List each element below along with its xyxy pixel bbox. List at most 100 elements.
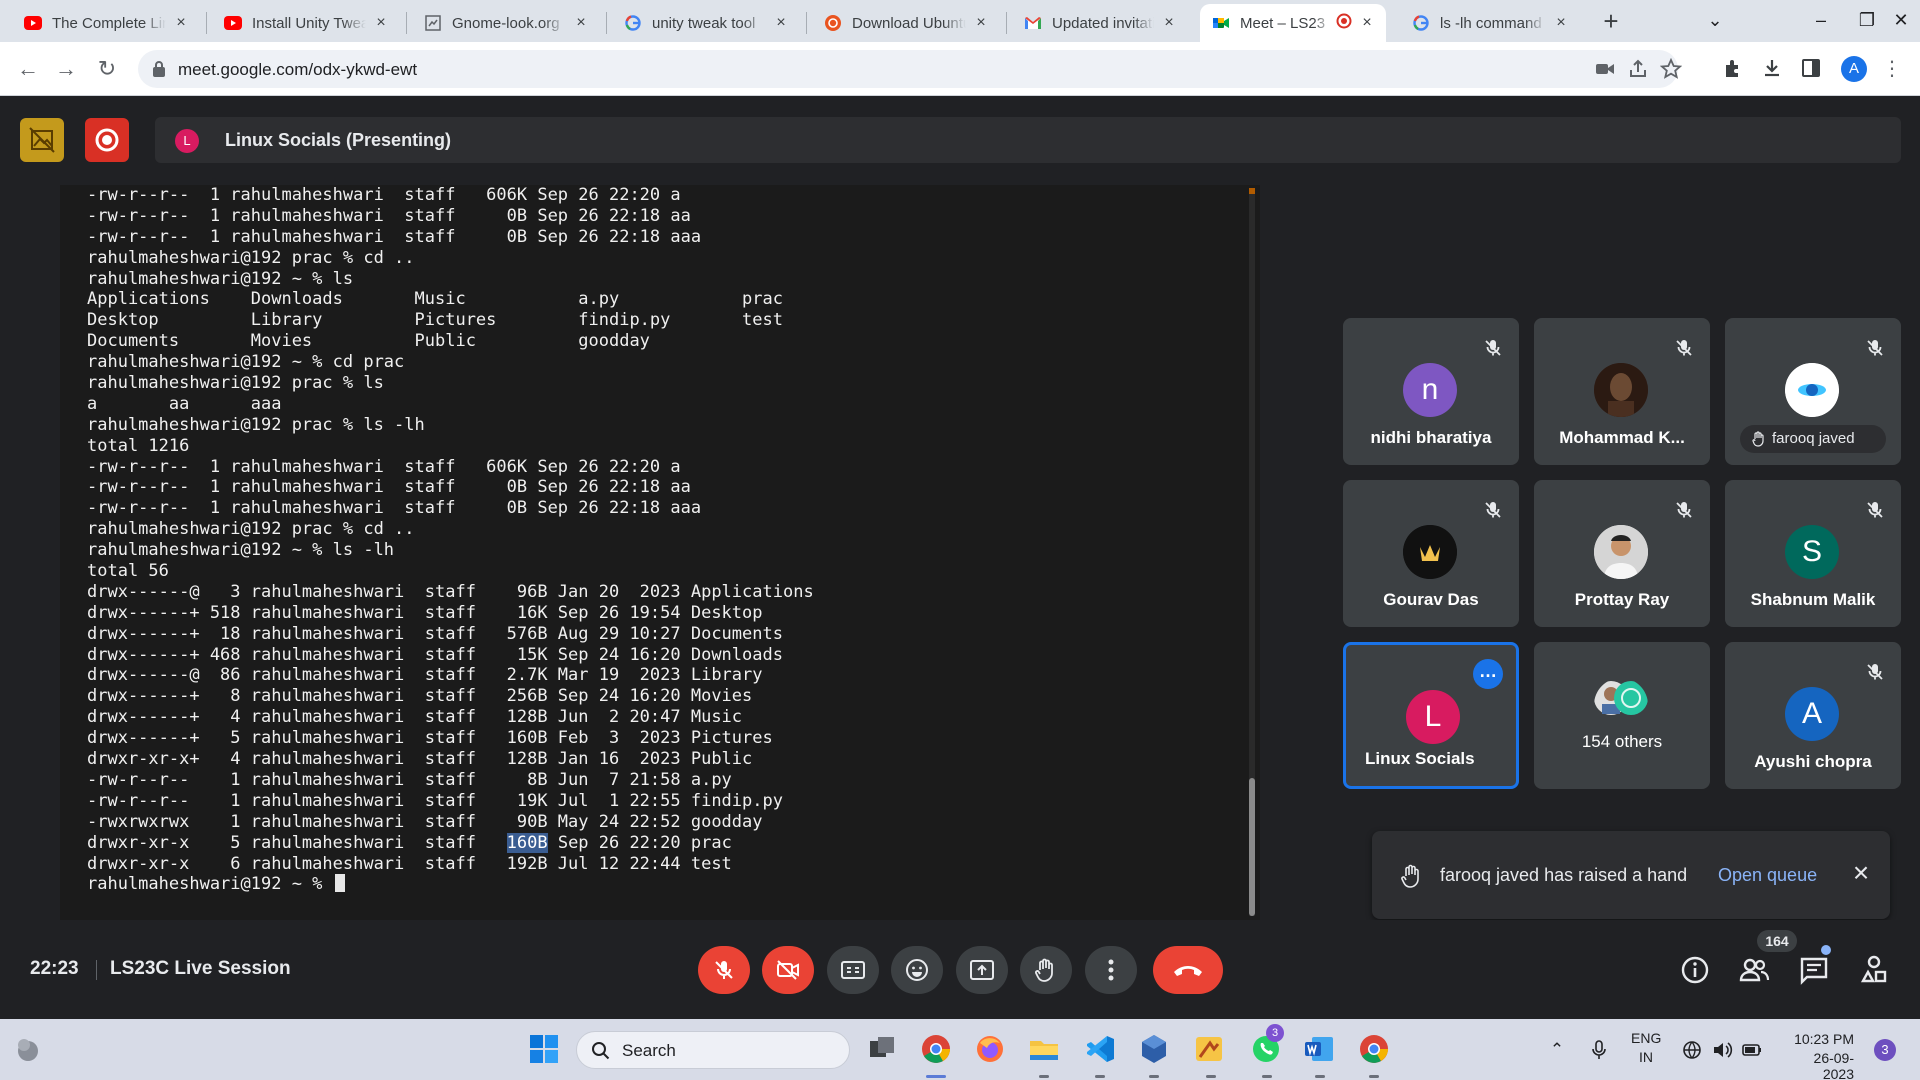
participant-tile[interactable]: 154 others [1534,642,1710,789]
chat-icon[interactable] [1798,954,1830,986]
close-tab-icon[interactable]: × [1160,14,1178,32]
mic-off-icon [715,961,733,979]
participant-tile[interactable]: Gourav Das [1343,480,1519,627]
prompt-text: rahulmaheshwari@192 ~ % [87,874,333,895]
close-tab-icon[interactable]: × [772,14,790,32]
whatsapp-badge: 3 [1266,1024,1284,1042]
microphone-tray-icon[interactable] [1588,1039,1610,1061]
selected-text[interactable]: 160B [506,832,548,853]
close-tab-icon[interactable]: × [1358,14,1376,32]
participant-tile[interactable]: S Shabnum Malik [1725,480,1901,627]
scrollbar-thumb[interactable] [1249,778,1255,916]
participant-tile[interactable]: Prottay Ray [1534,480,1710,627]
present-icon [970,960,994,980]
reload-button[interactable]: ↻ [93,55,121,83]
browser-tab[interactable]: unity tweak tool × [612,4,800,42]
close-tab-icon[interactable]: × [372,14,390,32]
side-panel-icon[interactable] [1800,57,1822,79]
extensions-icon[interactable] [1722,57,1744,79]
present-screen-button[interactable] [956,946,1008,994]
meeting-details-icon[interactable] [1679,954,1711,986]
line-text: Sep 26 22:20 prac [547,832,732,853]
browser-tab[interactable]: Updated invitation × [1012,4,1188,42]
participant-tile[interactable]: A Ayushi chopra [1725,642,1901,789]
hand-raised-notification: farooq javed has raised a hand Open queu… [1372,831,1890,919]
close-tab-icon[interactable]: × [172,14,190,32]
terminal-line: Applications Downloads Music a.py prac [87,289,783,310]
vscode-icon[interactable] [1084,1033,1116,1065]
file-explorer-icon[interactable] [1028,1033,1060,1065]
notification-count-badge[interactable]: 3 [1874,1039,1896,1061]
minimize-button[interactable]: – [1798,0,1844,40]
tile-more-options-icon[interactable]: … [1473,659,1503,689]
participant-tile[interactable]: farooq javed [1725,318,1901,465]
new-tab-button[interactable]: + [1597,8,1625,36]
participant-avatar [1785,363,1839,417]
gnome-look-icon [424,14,442,32]
weather-icon[interactable] [12,1033,44,1065]
no-camera-button[interactable] [20,118,64,162]
task-view-icon[interactable] [866,1033,898,1065]
activities-icon[interactable] [1858,954,1890,986]
chevron-up-icon[interactable]: ⌃ [1546,1039,1568,1061]
people-icon[interactable] [1738,954,1770,986]
network-globe-icon[interactable] [1681,1039,1703,1061]
bookmark-star-icon[interactable] [1660,58,1682,80]
address-bar[interactable]: meet.google.com/odx-ykwd-ewt [138,50,1682,88]
browser-menu-icon[interactable]: ⋮ [1878,55,1906,83]
leave-call-button[interactable] [1153,946,1223,994]
terminal-scrollbar[interactable] [1249,188,1255,916]
chrome-profile-icon[interactable] [1358,1033,1390,1065]
close-window-button[interactable]: ✕ [1878,0,1920,40]
chrome-icon[interactable] [920,1033,952,1065]
browser-tab[interactable]: Download Ubuntu × [812,4,1000,42]
camera-blocked-icon[interactable] [1594,58,1616,80]
reactions-button[interactable] [891,946,943,994]
tab-search-icon[interactable]: ⌄ [1692,0,1738,40]
terminal-line: drwxr-xr-x 5 rahulmaheshwari staff 160B … [87,832,814,854]
open-queue-link[interactable]: Open queue [1718,865,1817,886]
virtualbox-icon[interactable] [1138,1033,1170,1065]
emoji-icon [906,959,928,981]
participant-tile[interactable]: Mohammad K... [1534,318,1710,465]
google-icon [1412,14,1430,32]
camera-toggle-button[interactable] [762,946,814,994]
back-button[interactable]: ← [14,55,42,83]
tab-title: Install Unity Tweak [252,14,366,32]
windows-start-icon[interactable] [528,1033,560,1065]
firefox-icon[interactable] [974,1033,1006,1065]
forward-button[interactable]: → [52,55,80,83]
participant-tile[interactable]: L … Linux Socials [1343,642,1519,789]
language-indicator[interactable]: ENG IN [1631,1030,1661,1065]
taskbar-search-box[interactable]: Search [576,1031,850,1069]
close-tab-icon[interactable]: × [1552,14,1570,32]
end-call-icon [1174,966,1202,976]
clock[interactable]: 10:23 PM 26-09-2023 [1784,1031,1854,1080]
more-options-button[interactable] [1085,946,1137,994]
browser-tab[interactable]: Meet – LS23 × [1200,4,1386,42]
battery-icon[interactable] [1741,1039,1763,1061]
participant-name: Ayushi chopra [1754,752,1872,771]
participant-tile[interactable]: n nidhi bharatiya [1343,318,1519,465]
meeting-name: LS23C Live Session [110,958,291,979]
browser-tab[interactable]: Install Unity Tweak × [212,4,400,42]
word-icon[interactable] [1303,1033,1335,1065]
microphone-toggle-button[interactable] [698,946,750,994]
download-icon[interactable] [1761,57,1783,79]
close-notification-icon[interactable]: × [1848,859,1874,887]
close-tab-icon[interactable]: × [572,14,590,32]
share-icon[interactable] [1627,58,1649,80]
browser-tab[interactable]: The Complete Linux × [12,4,200,42]
raise-hand-button[interactable] [1020,946,1072,994]
volume-icon[interactable] [1711,1039,1733,1061]
terminal-line: rahulmaheshwari@192 prac % cd .. [87,247,415,268]
captions-button[interactable] [827,946,879,994]
browser-tab[interactable]: ls -lh command × [1400,4,1580,42]
browser-tab[interactable]: Gnome-look.org × [412,4,600,42]
close-tab-icon[interactable]: × [972,14,990,32]
profile-avatar[interactable]: A [1841,56,1867,82]
sticky-app-icon[interactable] [1193,1033,1225,1065]
recording-indicator-icon [1336,13,1352,33]
recording-button[interactable] [85,118,129,162]
terminal-line: -rw-r--r-- 1 rahulmaheshwari staff 606K … [87,185,681,205]
